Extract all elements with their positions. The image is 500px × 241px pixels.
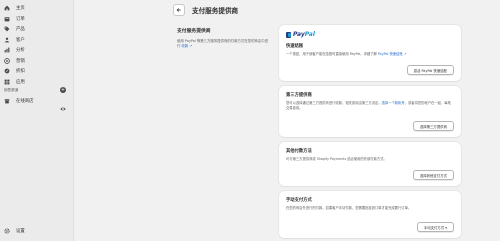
sidebar-item-marketing[interactable]: 营销 (0, 56, 73, 67)
sales-channels-heading: 销售渠道 (4, 88, 19, 92)
arrow-left-icon (176, 8, 181, 12)
sidebar-item-orders[interactable]: 订单 (0, 14, 73, 25)
discount-icon (4, 68, 10, 74)
sidebar-item-customers[interactable]: 客户 (0, 35, 73, 46)
sidebar-item-label: 分析 (16, 48, 25, 54)
choose-other-method-button[interactable]: 选择其他支付方式 (412, 170, 454, 180)
sidebar-item-label: 应用 (16, 79, 25, 85)
target-icon (4, 57, 10, 64)
add-channel-button[interactable]: + (60, 86, 66, 93)
sidebar-item-label: 订单 (16, 16, 25, 22)
third-party-description: 您可以选择通过第三方提供商进行收款，相关费用由第三方设定。 (286, 101, 382, 105)
sidebar-item-label: 产品 (16, 27, 25, 33)
sidebar-item-label: 客户 (16, 37, 25, 43)
sidebar-item-discounts[interactable]: 折扣 (0, 66, 73, 77)
third-party-link[interactable]: 选择一个新帐号 (382, 101, 405, 105)
sidebar-item-label: 设置 (16, 229, 25, 235)
third-party-text: 您可以选择通过第三方提供商进行收款，相关费用由第三方设定。选择一个新帐号，或者将… (286, 101, 454, 111)
choose-third-party-button[interactable]: 选择第三方提供商 (412, 121, 454, 131)
paypal-logo: Pay Pal (286, 31, 454, 38)
sidebar-item-settings[interactable]: 设置 (0, 226, 74, 237)
manual-methods-text: 在您的商店外进行的付款。如果客户手动付款，您需要批准其订单才能完成履行订单。 (286, 206, 412, 210)
paypal-logo-pal: Pal (304, 31, 315, 38)
intro-section: 支付服务提供商 使用 PayPal 等第三方服务提供商的付款方式在您的商店中进行… (177, 27, 269, 49)
intro-title: 支付服务提供商 (177, 29, 211, 34)
sidebar-nav: 主页 订单 产品 客户 分析 营销 折扣 应用 (0, 0, 74, 241)
page-title: 支付服务提供商 (192, 7, 239, 15)
activate-paypal-button[interactable]: 激活 PayPal 快速结账 (406, 65, 454, 75)
sidebar-item-products[interactable]: 产品 (0, 24, 73, 35)
sidebar-item-label: 折扣 (16, 69, 25, 75)
manual-methods-card: 手动支付方式 在您的商店外进行的付款。如果客户手动付款，您需要批准其订单才能完成… (279, 191, 461, 238)
manual-methods-title: 手动支付方式 (286, 198, 312, 203)
eye-icon[interactable] (60, 97, 66, 111)
sidebar-item-analytics[interactable]: 分析 (0, 45, 73, 56)
store-icon (4, 98, 10, 104)
paypal-logo-pay: Pay (293, 31, 305, 38)
sidebar-item-home[interactable]: 主页 (0, 3, 73, 14)
other-methods-title: 其他付款方法 (286, 149, 312, 154)
chart-icon (4, 47, 10, 53)
tag-icon (4, 26, 10, 32)
third-party-card: 第三方提供商 您可以选择通过第三方提供商进行收款，相关费用由第三方设定。选择一个… (279, 86, 461, 137)
paypal-title: 快速结账 (286, 44, 304, 49)
third-party-title: 第三方提供商 (286, 93, 312, 98)
paypal-text: 一个按钮，用于使客户能在结账时直接使用 PayPal。详细了解 PayPal 快… (286, 52, 454, 57)
intro-text: 使用 PayPal 等第三方服务提供商的付款方式在您的商店中进行 收款 ↗ (177, 39, 269, 49)
paypal-icon (286, 31, 291, 38)
apps-icon (4, 79, 10, 85)
other-methods-text: 可与第三方提供商或 Shopify Payments 结合使用的外部付款方式。 (286, 157, 387, 161)
page-header: 支付服务提供商 (173, 3, 238, 17)
person-icon (4, 37, 10, 43)
intro-link[interactable]: 收款 ↗ (181, 44, 192, 48)
other-methods-card: 其他付款方法 可与第三方提供商或 Shopify Payments 结合使用的外… (279, 142, 461, 186)
sidebar-item-apps[interactable]: 应用 (0, 77, 73, 88)
paypal-link[interactable]: PayPal 快速结账 ↗ (378, 52, 407, 56)
manual-methods-dropdown[interactable]: 手动支付方式 ▾ (416, 222, 454, 232)
paypal-description: 一个按钮，用于使客户能在结账时直接使用 PayPal。详细了解 (286, 52, 377, 56)
orders-icon (4, 16, 10, 22)
sidebar-item-label: 主页 (16, 6, 25, 12)
back-button[interactable] (173, 4, 185, 16)
home-icon (4, 5, 10, 11)
sidebar-item-label: 营销 (16, 58, 25, 64)
gear-icon (4, 228, 10, 234)
paypal-card: Pay Pal 快速结账 一个按钮，用于使客户能在结账时直接使用 PayPal。详… (279, 25, 461, 81)
sidebar-item-label: 在线商店 (16, 99, 34, 105)
